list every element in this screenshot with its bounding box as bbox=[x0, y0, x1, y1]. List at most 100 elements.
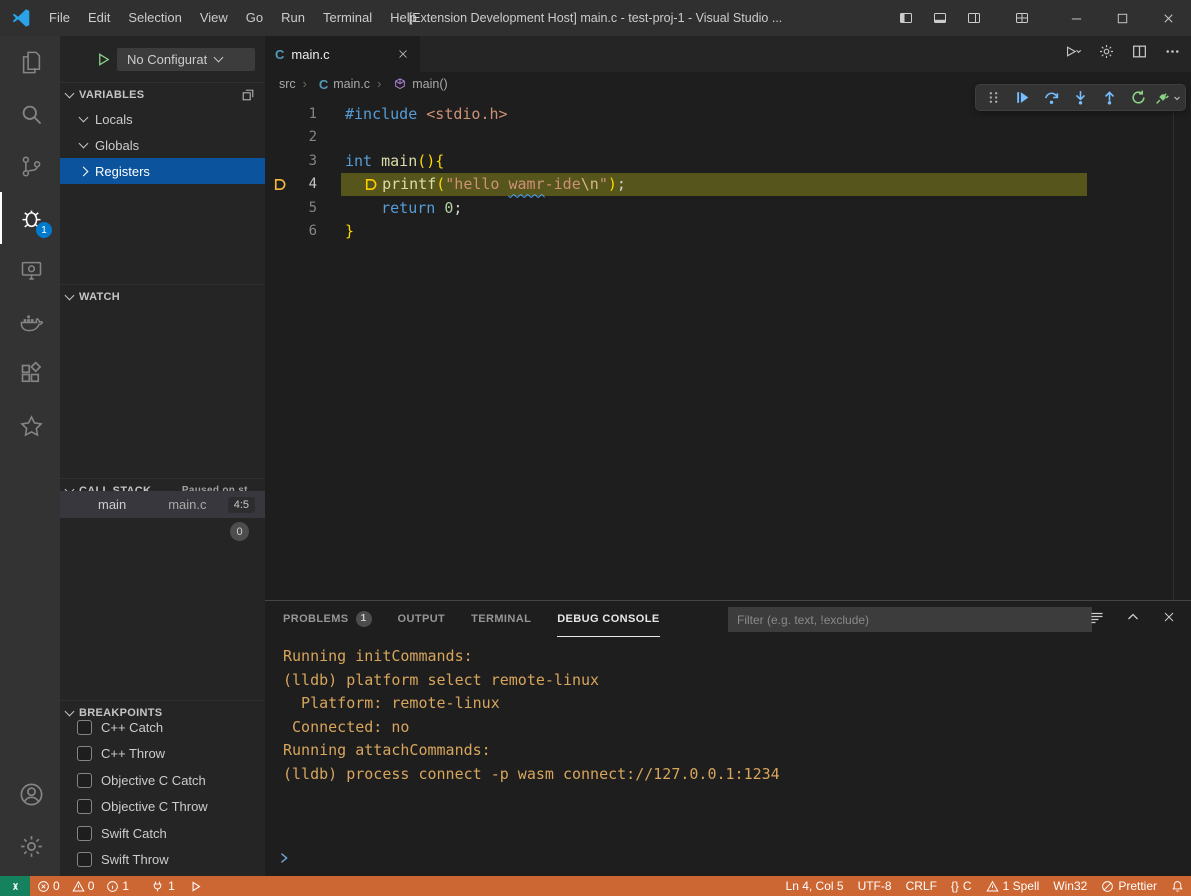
stack-frame-row[interactable]: main main.c 4:5 bbox=[60, 491, 265, 518]
panel-tab-terminal[interactable]: TERMINAL bbox=[471, 602, 531, 637]
panel-tab-problems[interactable]: PROBLEMS1 bbox=[283, 602, 372, 637]
menu-run[interactable]: Run bbox=[272, 5, 314, 31]
breakpoint-checkbox[interactable] bbox=[77, 746, 92, 761]
step-out-button[interactable] bbox=[1095, 86, 1124, 110]
variables-header-label: VARIABLES bbox=[79, 89, 144, 101]
spell-checker-item[interactable]: 1 Spell bbox=[979, 876, 1047, 896]
debug-configuration-dropdown[interactable]: No Configurat bbox=[117, 48, 255, 71]
panel-tab-debug-console[interactable]: DEBUG CONSOLE bbox=[557, 602, 659, 637]
activity-item-docker[interactable] bbox=[0, 296, 60, 348]
variables-item-globals[interactable]: Globals bbox=[60, 132, 265, 158]
debug-console-input[interactable] bbox=[277, 846, 1191, 870]
toggle-secondary-sidebar-button[interactable] bbox=[957, 0, 991, 36]
ports-status-item[interactable]: 1 bbox=[144, 876, 182, 896]
breakpoint-checkbox[interactable] bbox=[77, 852, 92, 867]
tab-main-c[interactable]: C main.c bbox=[265, 36, 420, 72]
cursor-position-item[interactable]: Ln 4, Col 5 bbox=[779, 876, 851, 896]
breakpoint-row[interactable]: Objective C Catch bbox=[60, 767, 265, 794]
editor-scrollbar-gutter[interactable] bbox=[1173, 96, 1174, 600]
code-token: 0 bbox=[444, 199, 453, 217]
code-line-2[interactable]: 2 bbox=[265, 126, 1191, 150]
line-content[interactable]: } bbox=[345, 222, 354, 240]
step-into-button[interactable] bbox=[1066, 86, 1095, 110]
notifications-bell-item[interactable] bbox=[1164, 876, 1191, 896]
close-tab-icon[interactable] bbox=[396, 47, 410, 61]
maximize-panel-icon[interactable] bbox=[1125, 609, 1141, 630]
language-mode-item[interactable]: {}C bbox=[944, 876, 979, 896]
line-content[interactable]: printf("hello wamr-ide\n"); bbox=[345, 175, 626, 193]
menu-selection[interactable]: Selection bbox=[119, 5, 190, 31]
breakpoint-checkbox[interactable] bbox=[77, 720, 92, 735]
variables-item-locals[interactable]: Locals bbox=[60, 106, 265, 132]
minimize-button[interactable] bbox=[1053, 0, 1099, 36]
eol-item[interactable]: CRLF bbox=[899, 876, 944, 896]
close-panel-icon[interactable] bbox=[1161, 609, 1177, 630]
debug-console-filter-input[interactable] bbox=[728, 607, 1092, 632]
activity-item-settings[interactable] bbox=[0, 820, 60, 872]
menu-edit[interactable]: Edit bbox=[79, 5, 119, 31]
platform-item[interactable]: Win32 bbox=[1046, 876, 1094, 896]
line-content[interactable]: #include <stdio.h> bbox=[345, 105, 508, 123]
braces-icon: {} bbox=[951, 876, 959, 896]
activity-item-search[interactable] bbox=[0, 88, 60, 140]
menu-file[interactable]: File bbox=[40, 5, 79, 31]
code-line-5[interactable]: 5 return 0; bbox=[265, 196, 1191, 220]
breakpoint-row[interactable]: C++ Catch bbox=[60, 714, 265, 741]
activity-item-source-control[interactable] bbox=[0, 140, 60, 192]
breakpoint-checkbox[interactable] bbox=[77, 826, 92, 841]
breadcrumb-file[interactable]: Cmain.c bbox=[296, 77, 370, 92]
customize-layout-button[interactable] bbox=[1005, 0, 1039, 36]
activity-item-accounts[interactable] bbox=[0, 768, 60, 820]
breakpoint-row[interactable]: C++ Throw bbox=[60, 741, 265, 768]
line-content[interactable]: int main(){ bbox=[345, 152, 444, 170]
remote-indicator[interactable] bbox=[0, 876, 30, 896]
activity-item-marketplace[interactable] bbox=[0, 400, 60, 452]
split-editor-icon[interactable] bbox=[1131, 43, 1148, 65]
step-over-button[interactable] bbox=[1037, 86, 1066, 110]
continue-button[interactable] bbox=[1008, 86, 1037, 110]
menu-terminal[interactable]: Terminal bbox=[314, 5, 381, 31]
code-line-6[interactable]: 6} bbox=[265, 220, 1191, 244]
panel-menu-icon[interactable] bbox=[1089, 609, 1105, 630]
menu-help[interactable]: Help bbox=[381, 5, 426, 31]
breakpoint-row[interactable]: Swift Catch bbox=[60, 820, 265, 847]
maximize-button[interactable] bbox=[1099, 0, 1145, 36]
formatter-item[interactable]: Prettier bbox=[1094, 876, 1164, 896]
code-editor[interactable]: 1#include <stdio.h>23int main(){4 printf… bbox=[265, 96, 1191, 600]
gear-icon[interactable] bbox=[1098, 43, 1115, 65]
breakpoint-checkbox[interactable] bbox=[77, 799, 92, 814]
problems-status-item[interactable]: 0 0 1 bbox=[30, 876, 144, 896]
breakpoint-checkbox[interactable] bbox=[77, 773, 92, 788]
activity-item-run-and-debug[interactable]: 1 bbox=[0, 192, 60, 244]
menu-go[interactable]: Go bbox=[237, 5, 272, 31]
toggle-panel-button[interactable] bbox=[923, 0, 957, 36]
current-statement-arrow-icon[interactable] bbox=[265, 177, 291, 192]
run-or-debug-button[interactable] bbox=[1065, 43, 1082, 65]
encoding-item[interactable]: UTF-8 bbox=[851, 876, 899, 896]
breadcrumb-symbol[interactable]: main() bbox=[370, 77, 448, 91]
restart-button[interactable] bbox=[1124, 86, 1153, 110]
drag-handle-button[interactable] bbox=[979, 86, 1008, 110]
variables-section-header[interactable]: VARIABLES bbox=[60, 82, 265, 106]
breadcrumb-src[interactable]: src bbox=[279, 77, 296, 91]
more-actions-icon[interactable] bbox=[1164, 43, 1181, 65]
variables-item-registers[interactable]: Registers bbox=[60, 158, 265, 184]
inline-breakpoint-icon[interactable] bbox=[363, 177, 378, 192]
breakpoint-row[interactable]: Swift Throw bbox=[60, 847, 265, 874]
debug-status-item[interactable] bbox=[182, 876, 209, 896]
panel-tab-output[interactable]: OUTPUT bbox=[398, 602, 446, 637]
activity-item-explorer[interactable] bbox=[0, 36, 60, 88]
code-line-4[interactable]: 4 printf("hello wamr-ide\n"); bbox=[265, 173, 1191, 197]
activity-item-remote-explorer[interactable] bbox=[0, 244, 60, 296]
watch-section-header[interactable]: WATCH bbox=[60, 284, 265, 308]
disconnect-button[interactable] bbox=[1153, 86, 1182, 110]
breakpoint-row[interactable]: Objective C Throw bbox=[60, 794, 265, 821]
start-debugging-icon[interactable] bbox=[96, 52, 111, 67]
toggle-primary-sidebar-button[interactable] bbox=[889, 0, 923, 36]
line-content[interactable]: return 0; bbox=[345, 199, 462, 217]
activity-item-extensions[interactable] bbox=[0, 348, 60, 400]
collapse-all-icon[interactable] bbox=[241, 88, 255, 102]
code-line-3[interactable]: 3int main(){ bbox=[265, 149, 1191, 173]
menu-view[interactable]: View bbox=[191, 5, 237, 31]
close-window-button[interactable] bbox=[1145, 0, 1191, 36]
